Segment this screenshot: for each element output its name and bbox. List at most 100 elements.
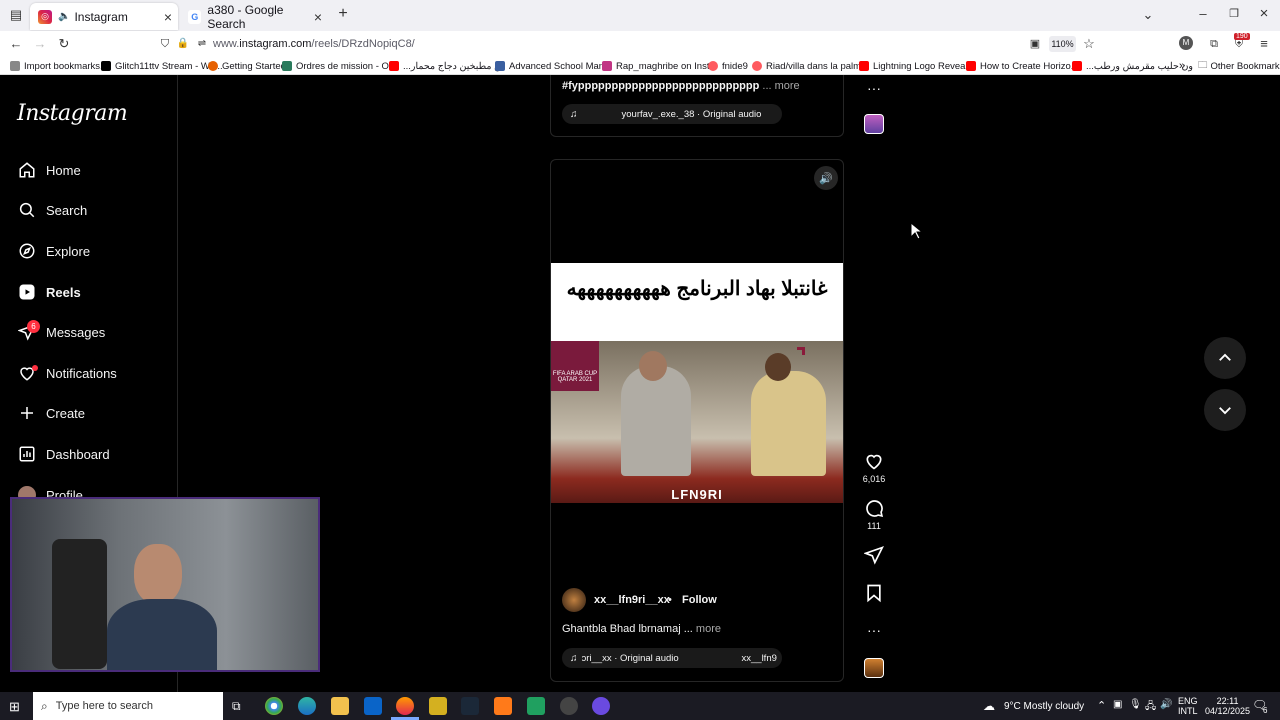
share-icon[interactable]: [863, 545, 884, 567]
other-bookmarks[interactable]: 🗀 Other Bookmarks: [1198, 59, 1280, 73]
instagram-logo[interactable]: Instagram: [17, 101, 128, 126]
volume-icon[interactable]: 🔊: [814, 166, 838, 190]
like-count: 6,016: [862, 474, 886, 484]
like-heart-icon[interactable]: [864, 451, 884, 473]
lock-icon[interactable]: 🔒: [173, 35, 193, 53]
new-tab-icon[interactable]: +: [333, 5, 353, 23]
bookmark-item[interactable]: ...ون حليب مقرمش ورطب: [1072, 59, 1193, 73]
plus-icon: [17, 403, 37, 423]
reel-video[interactable]: غانتبلا بهاد البرنامج ههههههههههه FIFA A…: [551, 263, 843, 503]
more-link[interactable]: ... more: [762, 80, 799, 92]
close-tab-icon[interactable]: ×: [164, 9, 172, 25]
restore-icon[interactable]: ❐: [1224, 5, 1244, 23]
url-host: instagram.com: [239, 38, 312, 50]
edge-icon[interactable]: [298, 697, 316, 715]
instagram-favicon-icon: ◎: [38, 9, 52, 24]
previous-reel-audio[interactable]: ♫ yourfav_.exe._38 · Original audio: [562, 104, 782, 124]
audio-thumbnail[interactable]: [864, 114, 884, 134]
weather-text[interactable]: 9°C Mostly cloudy: [1004, 701, 1084, 712]
search-icon: [17, 200, 37, 220]
shield-icon[interactable]: ⛉: [155, 35, 175, 53]
tab-list-chevron-icon[interactable]: ⌄: [1138, 6, 1158, 24]
speaker-icon[interactable]: 🔈: [58, 11, 70, 22]
tab-overview-icon[interactable]: ▤: [6, 6, 26, 24]
next-reel-button[interactable]: [1204, 389, 1246, 431]
more-bookmarks-chevron-icon[interactable]: »: [1179, 59, 1185, 73]
outlook-icon[interactable]: [364, 697, 382, 715]
more-options-icon[interactable]: ···: [864, 80, 884, 96]
microphone-icon[interactable]: 🎙: [1129, 699, 1142, 710]
tray-chevron-up-icon[interactable]: ⌃: [1097, 699, 1106, 712]
sidebar-item-create[interactable]: Create: [17, 398, 85, 428]
video-scene: FIFA ARAB CUP QATAR 2021 LFN9RI: [551, 341, 843, 503]
reader-view-icon[interactable]: ▣: [1025, 35, 1045, 53]
bookmark-item[interactable]: Advanced School Man...: [495, 59, 612, 73]
reload-icon[interactable]: ↻: [54, 35, 74, 53]
bookmark-item[interactable]: ...ين مطبخين دجاج محمار: [389, 59, 504, 73]
minimize-icon[interactable]: –: [1193, 5, 1213, 23]
follow-button[interactable]: Follow: [682, 594, 717, 606]
menu-icon[interactable]: ≡: [1254, 35, 1274, 53]
taskbar-search[interactable]: ⌕ Type here to search: [33, 692, 223, 720]
app-icon-yellow[interactable]: [429, 697, 447, 715]
dashboard-icon: [17, 444, 37, 464]
bookmark-item[interactable]: Riad/villa dans la palm...: [752, 59, 869, 73]
permissions-icon[interactable]: ⇌: [192, 35, 212, 53]
close-window-icon[interactable]: ×: [1254, 5, 1274, 23]
sidebar-item-search[interactable]: Search: [17, 195, 87, 225]
sidebar-item-reels[interactable]: Reels: [17, 277, 81, 307]
obs-icon[interactable]: [592, 697, 610, 715]
comment-icon[interactable]: [864, 498, 884, 520]
windows-start-icon[interactable]: ⊞: [9, 699, 20, 715]
close-tab-icon[interactable]: ×: [314, 9, 322, 25]
bookmark-item[interactable]: Lightning Logo Reveal...: [859, 59, 975, 73]
zoom-level[interactable]: 110%: [1049, 36, 1076, 52]
file-explorer-icon[interactable]: [331, 697, 349, 715]
language-indicator[interactable]: ENG INTL: [1178, 696, 1198, 716]
back-icon[interactable]: ←: [6, 35, 26, 53]
profile-avatar[interactable]: M: [1179, 36, 1193, 50]
network-icon[interactable]: 🖧: [1145, 699, 1156, 716]
more-link[interactable]: more: [696, 623, 721, 635]
webcam-person: [134, 544, 182, 604]
bookmark-item[interactable]: How to Create Horizo...: [966, 59, 1079, 73]
sidebar-item-home[interactable]: Home: [17, 155, 81, 185]
sidebar-item-messages[interactable]: 6 Messages: [17, 317, 105, 347]
firefox-icon[interactable]: [396, 697, 414, 715]
extensions-icon[interactable]: ⧉: [1204, 35, 1224, 53]
chrome-icon[interactable]: [265, 697, 283, 715]
previous-reel-button[interactable]: [1204, 337, 1246, 379]
clock[interactable]: 22:11 04/12/2025: [1205, 696, 1250, 716]
sidebar-item-notifications[interactable]: Notifications: [17, 358, 117, 388]
sidebar-item-dashboard[interactable]: Dashboard: [17, 439, 110, 469]
bookmark-item[interactable]: Import bookmarks...: [10, 59, 108, 73]
bookmark-item[interactable]: Rap_maghribe on Inst...: [602, 59, 717, 73]
vlc-icon[interactable]: [494, 697, 512, 715]
bookmark-item[interactable]: Glitch11ttv Stream - Wa...: [101, 59, 223, 73]
mouse-cursor-icon: [910, 222, 922, 240]
address-bar[interactable]: www. instagram.com/reels/DRzdNopiqC8/: [213, 34, 1013, 54]
bookmark-item[interactable]: Ordres de mission - O...: [282, 59, 397, 73]
audio-thumbnail[interactable]: [864, 658, 884, 678]
tab-instagram[interactable]: ◎ 🔈 Instagram ×: [30, 3, 178, 30]
bookmark-star-icon[interactable]: ☆: [1079, 35, 1099, 53]
app-icon-gray[interactable]: [560, 697, 578, 715]
volume-icon[interactable]: 🔊: [1160, 699, 1172, 710]
task-view-icon[interactable]: ⧉: [232, 699, 241, 714]
sidebar-item-explore[interactable]: Explore: [17, 236, 90, 266]
forward-icon[interactable]: →: [30, 35, 50, 53]
more-options-icon[interactable]: ···: [864, 622, 884, 638]
reel-audio[interactable]: ♫ ɔri__xx · Original audio xx__lfn9: [562, 648, 782, 668]
bookmark-item[interactable]: fnide9: [708, 59, 748, 73]
tray-app-icon[interactable]: ▣: [1113, 699, 1122, 710]
bookmark-item[interactable]: Getting Started: [208, 59, 286, 73]
save-bookmark-icon[interactable]: [864, 583, 884, 605]
tab-google-search[interactable]: G a380 - Google Search ×: [180, 3, 328, 31]
dot-separator: •: [668, 594, 672, 606]
author-username[interactable]: xx__lfn9ri__xx: [594, 594, 670, 606]
weather-icon[interactable]: ☁: [983, 699, 995, 713]
compass-icon: [17, 241, 37, 261]
steam-icon[interactable]: [461, 697, 479, 715]
author-avatar[interactable]: [562, 588, 586, 612]
app-icon-green[interactable]: [527, 697, 545, 715]
